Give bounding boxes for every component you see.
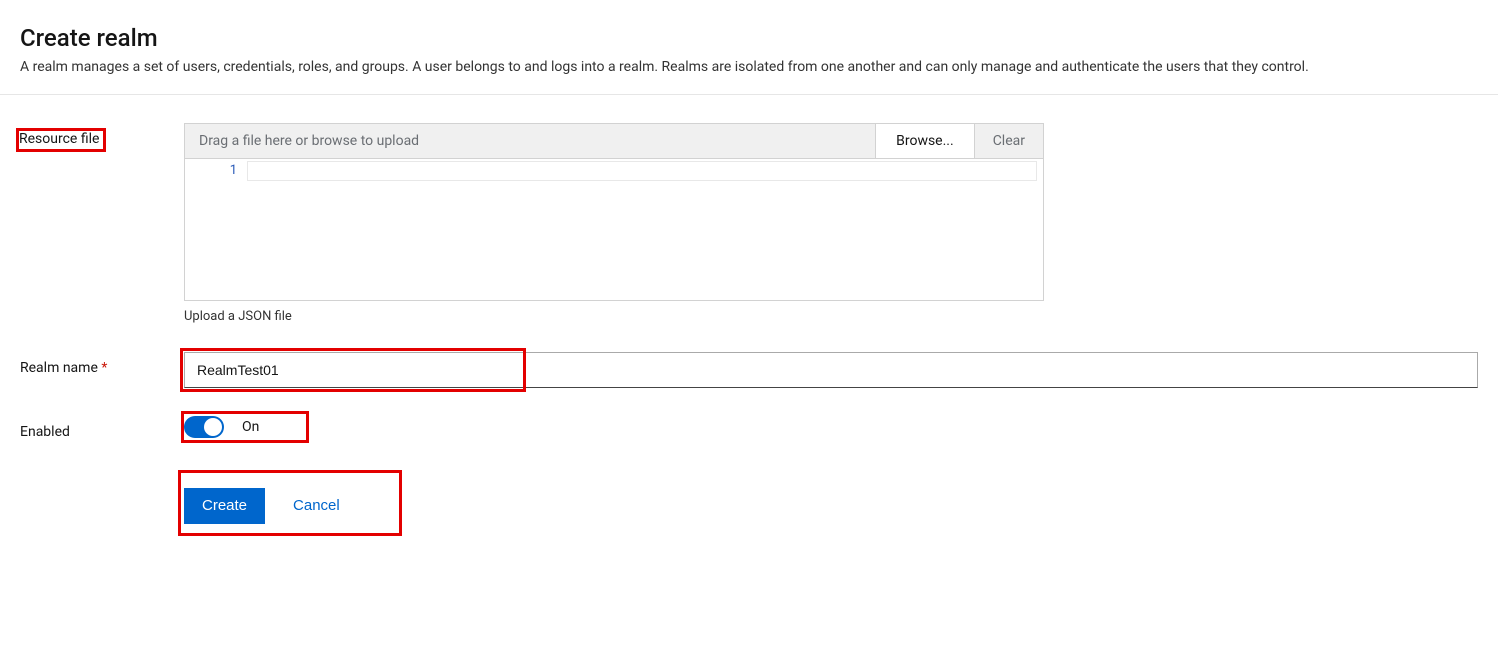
realm-name-row: Realm name bbox=[20, 352, 1478, 388]
editor-line: 1 bbox=[185, 159, 1043, 181]
clear-button[interactable]: Clear bbox=[974, 124, 1043, 158]
json-editor[interactable]: 1 bbox=[184, 159, 1044, 301]
enabled-control: On bbox=[184, 416, 1044, 438]
browse-button[interactable]: Browse... bbox=[875, 124, 974, 158]
toggle-knob-icon bbox=[204, 418, 222, 436]
enabled-row: Enabled On bbox=[20, 416, 1478, 440]
editor-line-number: 1 bbox=[185, 163, 247, 178]
resource-file-label: Resource file bbox=[20, 123, 184, 152]
realm-name-input[interactable] bbox=[184, 352, 1478, 388]
enabled-toggle[interactable] bbox=[184, 416, 224, 438]
cancel-button[interactable]: Cancel bbox=[293, 497, 340, 514]
page-header: Create realm A realm manages a set of us… bbox=[0, 0, 1498, 95]
realm-name-label: Realm name bbox=[20, 352, 184, 376]
resource-file-controls: Drag a file here or browse to upload Bro… bbox=[184, 123, 1044, 324]
page-title: Create realm bbox=[20, 24, 1478, 52]
resource-file-helper: Upload a JSON file bbox=[184, 309, 1044, 324]
create-realm-form: Resource file Drag a file here or browse… bbox=[0, 95, 1498, 552]
resource-file-label-highlight: Resource file bbox=[16, 128, 106, 152]
resource-file-row: Resource file Drag a file here or browse… bbox=[20, 123, 1478, 324]
file-dropzone[interactable]: Drag a file here or browse to upload Bro… bbox=[184, 123, 1044, 159]
enabled-toggle-wrap: On bbox=[184, 416, 1044, 438]
realm-name-control bbox=[184, 352, 1478, 388]
editor-line-content[interactable] bbox=[247, 161, 1037, 181]
page-subtitle: A realm manages a set of users, credenti… bbox=[20, 58, 1478, 78]
create-realm-page: Create realm A realm manages a set of us… bbox=[0, 0, 1498, 552]
create-button[interactable]: Create bbox=[184, 488, 265, 524]
form-actions: Create Cancel bbox=[184, 488, 1478, 524]
enabled-state-label: On bbox=[242, 419, 259, 435]
enabled-label: Enabled bbox=[20, 416, 184, 440]
dropzone-hint: Drag a file here or browse to upload bbox=[185, 124, 875, 158]
